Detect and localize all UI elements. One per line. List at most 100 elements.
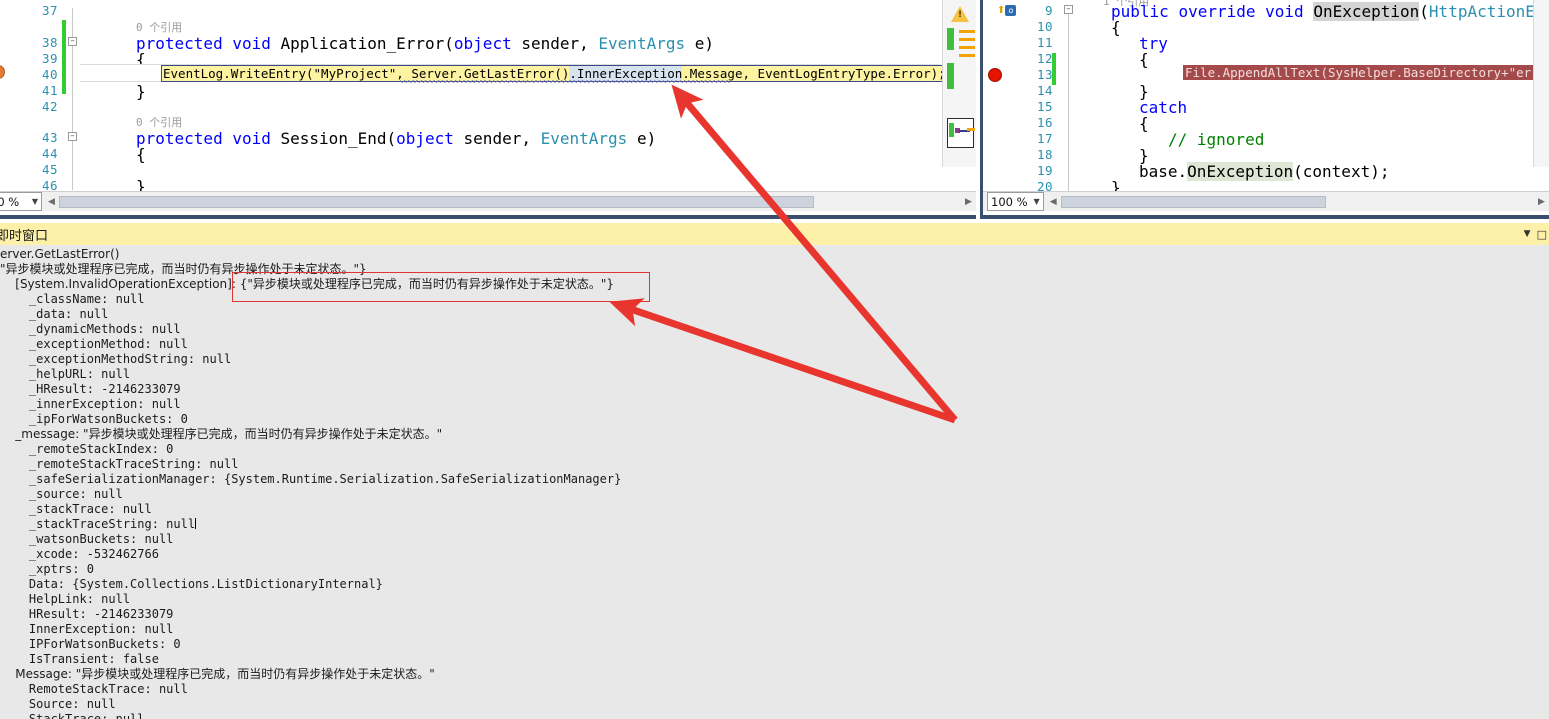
stmt-part-pre: EventLog.WriteEntry("MyProject", Server.… [163,66,570,81]
hscroll-thumb[interactable] [59,195,814,208]
code-line-43: protected void Session_End(object sender… [136,129,657,148]
line-number: 20 [1036,179,1053,191]
output-line: _data: null [0,307,109,321]
code-line-12: { [1139,50,1149,69]
scroll-right-arrow-icon[interactable]: ▶ [1534,194,1549,210]
line-number: 15 [1036,99,1053,114]
output-line: _watsonBuckets: null [0,532,174,546]
output-line: _source: null [0,487,123,501]
editor-area: – – 37 38 39 40 41 42 43 44 45 46 0 个引用 [0,0,1549,219]
left-editor-bottom-bar: 00 % ▼ ◀ ▶ [0,191,976,211]
fold-toggle-icon[interactable]: – [68,37,77,46]
scroll-right-arrow-icon[interactable]: ▶ [961,194,976,210]
code-line-16: { [1139,114,1149,133]
output-line: _innerException: null [0,397,181,411]
match-stripe [959,46,975,49]
line-number: 44 [41,146,58,161]
immediate-window-header-actions[interactable]: ▼ □ [1524,228,1549,241]
output-line: _exceptionMethodString: null [0,352,232,366]
pin-icon[interactable]: □ [1537,228,1547,241]
output-line: _helpURL: null [0,367,131,381]
output-line: _HResult: -2146233079 [0,382,181,396]
output-line: "异步模块或处理程序已完成，而当时仍有异步操作处于未定状态。"} [0,262,367,276]
output-line: IsTransient: false [0,652,159,666]
line-number: 11 [1036,35,1053,50]
line-number: 16 [1036,115,1053,130]
hscroll-track[interactable] [59,193,961,210]
scrollbar-map[interactable] [942,0,976,167]
output-line: IPForWatsonBuckets: 0 [0,637,181,651]
immediate-window-header[interactable]: 即时窗口 ▼ □ [0,223,1549,245]
output-line: _dynamicMethods: null [0,322,181,336]
immediate-window-output[interactable]: erver.GetLastError() "异步模块或处理程序已完成，而当时仍有… [0,245,1549,719]
visual-studio-debug-screenshot: – – 37 38 39 40 41 42 43 44 45 46 0 个引用 [0,0,1549,719]
line-number: 19 [1036,163,1053,178]
output-line: _remoteStackTraceString: null [0,457,239,471]
right-scrollbar[interactable] [1533,0,1549,167]
hscroll-thumb[interactable] [1060,195,1326,208]
fold-rail [1068,8,1069,191]
line-number: 39 [41,51,58,66]
match-stripe [959,30,975,33]
line-number: 43 [41,130,58,145]
code-line-19: base.OnException(context); [1139,162,1390,181]
right-code-surface[interactable]: ⬆ o 1 个引用 – 9 10 11 12 13 14 15 16 17 18… [983,0,1549,191]
immediate-window[interactable]: 即时窗口 ▼ □ erver.GetLastError() "异步模块或处理程序… [0,223,1549,719]
error-squiggle [400,80,730,83]
output-line-with-caret[interactable]: _stackTraceString: null [0,517,1549,532]
left-code-pane[interactable]: – – 37 38 39 40 41 42 43 44 45 46 0 个引用 [0,0,976,219]
line-number: 18 [1036,147,1053,162]
output-line: Data: {System.Collections.ListDictionary… [0,577,383,591]
codelens-reference-count[interactable]: 0 个引用 [136,114,182,130]
line-number: 17 [1036,131,1053,146]
stmt-part-selected: .InnerException [569,66,683,81]
chevron-down-icon[interactable]: ▼ [1524,229,1531,239]
hscroll-track[interactable] [1060,193,1534,210]
chevron-down-icon: ▼ [31,197,38,206]
stmt-part-post: .Message, EventLogEntryType.Error) [682,66,939,81]
line-number: 9 [1044,3,1053,18]
left-horizontal-scrollbar[interactable]: ◀ ▶ [44,193,976,210]
line-number: 13 [1036,67,1053,82]
scroll-left-arrow-icon[interactable]: ◀ [44,194,59,210]
output-line: _stackTrace: null [0,502,152,516]
line-number: 40 [41,67,58,82]
line-number: 41 [41,83,58,98]
fold-toggle-icon[interactable]: – [1064,5,1073,14]
line-number: 14 [1036,83,1053,98]
output-line: _remoteStackIndex: 0 [0,442,174,456]
output-line: [System.InvalidOperationException]: {"异步… [0,277,615,291]
scroll-left-arrow-icon[interactable]: ◀ [1046,194,1061,210]
zoom-level-combobox[interactable]: 00 % ▼ [0,192,42,211]
zoom-level-value: 100 % [991,194,1028,209]
code-line-20: } [1111,178,1121,191]
line-number: 37 [41,3,58,18]
scrollbar-map-preview[interactable] [947,118,975,148]
codelens-reference-count[interactable]: 0 个引用 [136,19,182,35]
output-line: HelpLink: null [0,592,131,606]
code-line-17: // ignored [1168,130,1265,149]
code-line-9: public override void OnException(HttpAct… [1111,2,1549,21]
zoom-level-combobox[interactable]: 100 % ▼ [987,192,1044,211]
output-line: HResult: -2146233079 [0,607,174,621]
right-code-pane[interactable]: ⬆ o 1 个引用 – 9 10 11 12 13 14 15 16 17 18… [980,0,1549,219]
preview-stripe [967,128,975,131]
code-line-41: } [136,82,146,101]
output-line: _ipForWatsonBuckets: 0 [0,412,188,426]
left-code-surface[interactable]: – – 37 38 39 40 41 42 43 44 45 46 0 个引用 [0,0,976,191]
code-line-10: { [1111,18,1121,37]
fold-toggle-icon[interactable]: – [68,132,77,141]
change-bar-green [62,20,66,94]
immediate-window-title: 即时窗口 [0,228,49,244]
right-horizontal-scrollbar[interactable]: ◀ ▶ [1045,193,1549,210]
output-line: _className: null [0,292,145,306]
output-line: RemoteStackTrace: null [0,682,188,696]
code-line-38: protected void Application_Error(object … [136,34,715,53]
error-highlighted-statement[interactable]: File.AppendAllText(SysHelper.BaseDirecto… [1183,65,1549,80]
change-marker [947,28,954,50]
right-editor-bottom-bar: 100 % ▼ ◀ ▶ [983,191,1549,211]
output-line: InnerException: null [0,622,174,636]
line-number: 45 [41,162,58,177]
warning-icon[interactable] [951,6,969,22]
output-line: _safeSerializationManager: {System.Runti… [0,472,622,486]
